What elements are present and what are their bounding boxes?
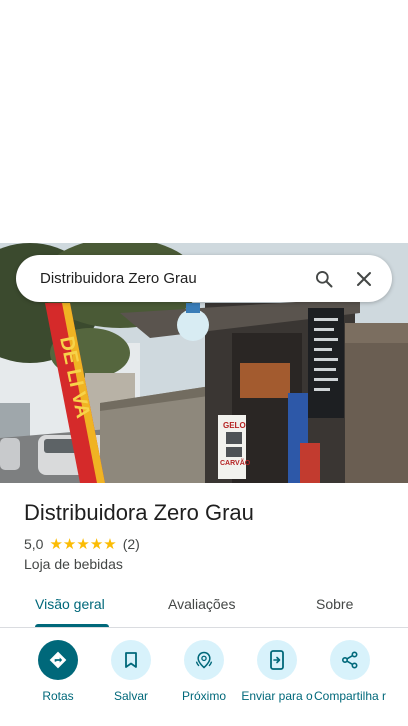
photo-sign-gelo: GELO [223,421,246,430]
rating-row[interactable]: 5,0 ★ ★ ★ ★ ★ (2) [24,536,140,552]
star-icon: ★ [103,535,117,553]
tab-overview[interactable]: Visão geral [35,596,105,612]
nearby-icon[interactable] [184,640,224,680]
action-bar: Rotas Salvar Próximo Enviar para o Compa… [0,640,408,726]
send-to-phone-label: Enviar para o [241,689,313,703]
map-area-blank [0,0,408,243]
directions-button[interactable]: Rotas [20,640,96,703]
share-button[interactable]: Compartilha r [312,640,388,703]
search-bar[interactable]: Distribuidora Zero Grau [16,255,392,302]
place-category[interactable]: Loja de bebidas [24,556,123,572]
directions-icon[interactable] [38,640,78,680]
active-tab-indicator [35,624,109,627]
save-button[interactable]: Salvar [93,640,169,703]
send-to-phone-button[interactable]: Enviar para o [239,640,315,703]
save-label: Salvar [113,689,148,703]
star-icon: ★ [49,535,63,553]
directions-label: Rotas [42,689,74,703]
tab-about[interactable]: Sobre [316,596,353,612]
star-icon: ★ [62,535,77,553]
bookmark-icon[interactable] [111,640,151,680]
share-label: Compartilha r [313,689,387,703]
tab-reviews[interactable]: Avaliações [168,596,235,612]
nearby-button[interactable]: Próximo [166,640,242,703]
rating-stars: ★ ★ ★ ★ ★ [49,537,116,552]
send-to-phone-icon[interactable] [257,640,297,680]
rating-value: 5,0 [24,536,44,552]
share-icon[interactable] [330,640,370,680]
tab-bar: Visão geral Avaliações Sobre [0,582,408,628]
star-icon: ★ [89,535,104,553]
place-title: Distribuidora Zero Grau [24,500,254,525]
close-icon[interactable] [344,259,384,299]
photo-sign-carvao: CARVÃO [220,458,251,467]
search-query[interactable]: Distribuidora Zero Grau [40,270,304,287]
review-count: (2) [122,536,140,552]
star-icon: ★ [76,535,90,553]
search-icon[interactable] [304,259,344,299]
nearby-label: Próximo [181,689,226,703]
